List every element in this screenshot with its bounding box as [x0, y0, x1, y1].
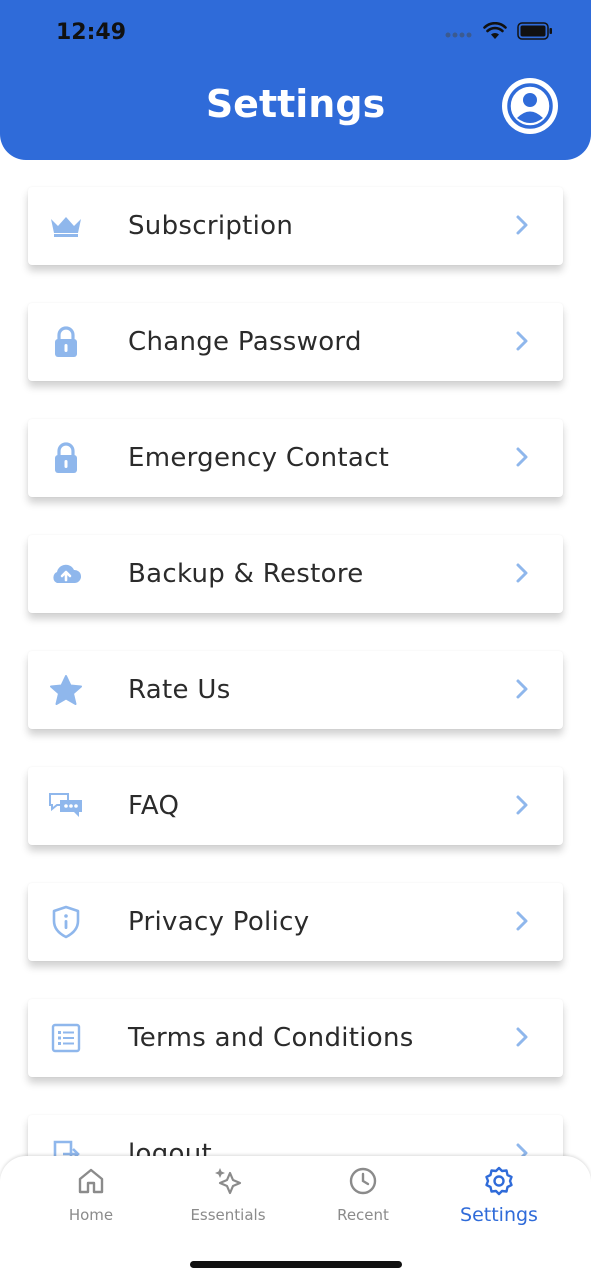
status-icons	[445, 21, 553, 44]
settings-item-label: Subscription	[128, 211, 294, 241]
tab-label: Home	[68, 1206, 114, 1224]
chat-bubbles-icon	[48, 790, 84, 822]
user-icon	[507, 83, 553, 129]
sparkle-icon	[212, 1165, 244, 1201]
chevron-right-icon	[515, 1026, 529, 1052]
settings-item-subscription[interactable]: Subscription	[28, 187, 563, 265]
gear-icon	[483, 1165, 515, 1201]
header-bar: 12:49 Settings	[0, 0, 591, 160]
chevron-right-icon	[515, 678, 529, 704]
profile-avatar-button[interactable]	[502, 78, 558, 134]
chevron-right-icon	[515, 446, 529, 472]
tab-label: Essentials	[190, 1206, 266, 1224]
tab-recent[interactable]: Recent	[298, 1166, 428, 1224]
shield-info-icon	[48, 905, 84, 939]
settings-item-change-password[interactable]: Change Password	[28, 303, 563, 381]
home-indicator	[190, 1261, 402, 1268]
settings-item-label: Emergency Contact	[128, 443, 390, 473]
tab-home[interactable]: Home	[26, 1166, 156, 1224]
status-time: 12:49	[56, 20, 127, 45]
lock-icon	[48, 442, 84, 474]
tab-settings[interactable]: Settings	[434, 1166, 564, 1226]
chevron-right-icon	[515, 794, 529, 820]
chevron-right-icon	[515, 214, 529, 240]
chevron-right-icon	[515, 910, 529, 936]
tab-label: Settings	[460, 1204, 538, 1226]
signal-icon	[445, 24, 473, 43]
settings-list: Subscription Change Password Emergency C…	[28, 187, 563, 1231]
settings-item-label: Privacy Policy	[128, 907, 310, 937]
tab-label: Recent	[337, 1206, 389, 1224]
settings-item-emergency-contact[interactable]: Emergency Contact	[28, 419, 563, 497]
star-icon	[48, 674, 84, 706]
chevron-right-icon	[515, 330, 529, 356]
settings-item-label: Terms and Conditions	[128, 1023, 414, 1053]
settings-item-label: Change Password	[128, 327, 362, 357]
settings-item-label: Rate Us	[128, 675, 231, 705]
chevron-right-icon	[515, 562, 529, 588]
clock-icon	[348, 1166, 378, 1200]
settings-item-privacy-policy[interactable]: Privacy Policy	[28, 883, 563, 961]
settings-item-rate-us[interactable]: Rate Us	[28, 651, 563, 729]
cloud-upload-icon	[48, 558, 84, 590]
wifi-icon	[483, 21, 507, 44]
list-icon	[48, 1022, 84, 1054]
settings-item-faq[interactable]: FAQ	[28, 767, 563, 845]
lock-icon	[48, 326, 84, 358]
settings-item-label: FAQ	[128, 791, 180, 821]
settings-item-label: Backup & Restore	[128, 559, 364, 589]
crown-icon	[48, 210, 84, 242]
tab-essentials[interactable]: Essentials	[163, 1166, 293, 1224]
home-icon	[76, 1166, 106, 1200]
settings-item-terms-conditions[interactable]: Terms and Conditions	[28, 999, 563, 1077]
battery-icon	[517, 22, 553, 44]
settings-item-backup-restore[interactable]: Backup & Restore	[28, 535, 563, 613]
